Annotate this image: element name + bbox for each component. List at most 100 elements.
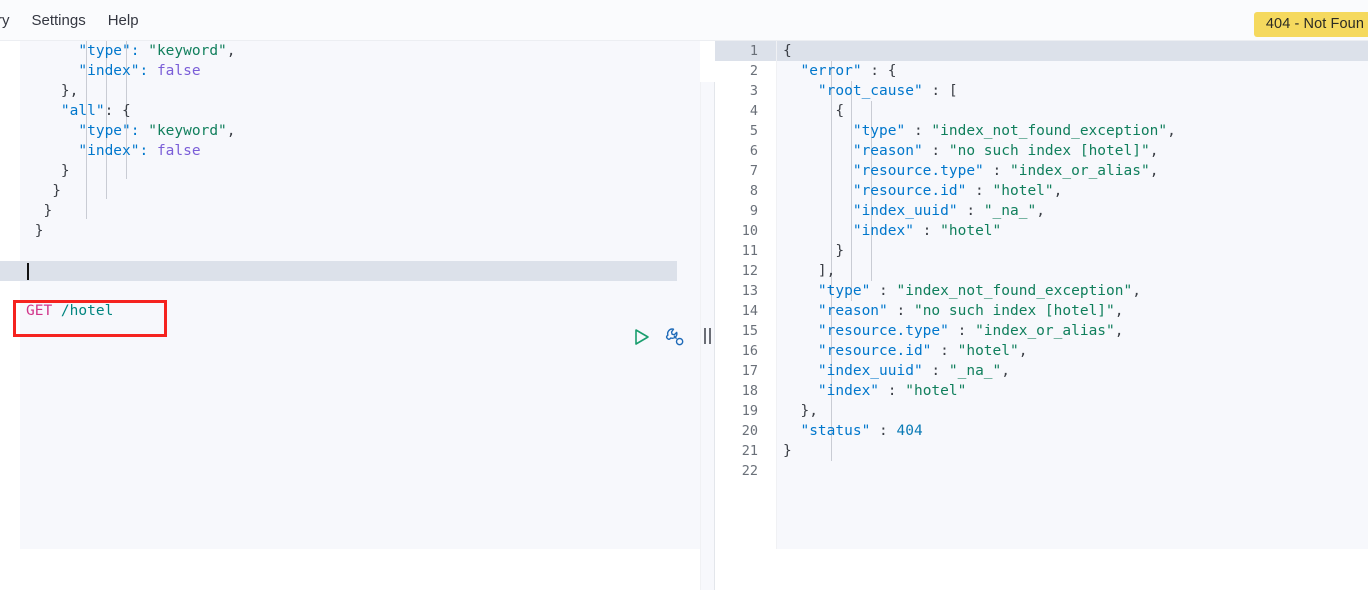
wrench-icon[interactable] [664,326,686,348]
code-token: } [26,183,61,199]
menu-item-query[interactable]: ry [0,0,21,41]
code-line[interactable]: "index" : "hotel" [777,221,1368,241]
code-token: "keyword" [148,43,227,59]
request-gutter[interactable]: ▴▾▴▴▴▴ [0,41,20,549]
code-token: "type": [26,123,148,139]
code-line[interactable]: "index": false [20,141,700,161]
code-line[interactable]: "type": "keyword", [20,41,700,61]
line-number: 11▴ [715,241,776,261]
code-line[interactable]: "resource.id" : "hotel", [777,341,1368,361]
code-token: "index_or_alias" [975,323,1115,339]
code-line[interactable]: "resource.type" : "index_or_alias", [777,321,1368,341]
line-number: 13 [715,281,776,301]
line-number [0,61,20,81]
code-line[interactable]: "index_uuid" : "_na_", [777,201,1368,221]
menu-bar: ry Settings Help 404 - Not Foun [0,0,1368,41]
code-line[interactable]: "reason" : "no such index [hotel]", [777,141,1368,161]
code-token: "resource.id" [783,183,966,199]
code-line[interactable]: } [20,201,700,221]
code-token: : [879,383,905,399]
code-line[interactable]: GET /hotel [20,301,700,321]
code-token: { [783,43,792,59]
code-line[interactable]: "resource.type" : "index_or_alias", [777,161,1368,181]
code-line[interactable]: } [20,221,700,241]
status-badge: 404 - Not Foun [1254,12,1368,37]
line-number: ▴ [0,81,20,101]
play-icon[interactable] [630,326,652,348]
code-line[interactable]: "index" : "hotel" [777,381,1368,401]
code-line[interactable]: { [777,101,1368,121]
code-line[interactable]: "status" : 404 [777,421,1368,441]
code-line[interactable]: { [777,41,1368,61]
line-number [0,241,20,261]
response-gutter[interactable]: 1▾2▾3▾4▾567891011▴12▴13141516171819▴2021… [715,41,777,549]
code-token: } [26,223,43,239]
code-line[interactable]: } [777,241,1368,261]
code-token: , [1150,163,1159,179]
request-pane[interactable]: ▴▾▴▴▴▴ "type": "keyword", "index": false… [0,41,700,549]
line-number: ▴ [0,201,20,221]
code-line[interactable]: }, [20,81,700,101]
code-line[interactable]: }, [777,401,1368,421]
menu-item-settings[interactable]: Settings [21,0,97,41]
code-token: , [1150,143,1159,159]
code-line[interactable]: } [20,161,700,181]
console-workspace: ▴▾▴▴▴▴ "type": "keyword", "index": false… [0,41,1368,549]
code-line[interactable]: "reason" : "no such index [hotel]", [777,301,1368,321]
line-number: 10 [715,221,776,241]
code-token: "index" [783,223,914,239]
code-line[interactable]: "index_uuid" : "_na_", [777,361,1368,381]
code-token: "index_uuid" [783,363,923,379]
code-token: "index" [783,383,879,399]
code-token: : [888,303,914,319]
code-line[interactable]: "resource.id" : "hotel", [777,181,1368,201]
line-number: 18 [715,381,776,401]
code-line[interactable]: "type" : "index_not_found_exception", [777,281,1368,301]
code-line[interactable]: "all": { [20,101,700,121]
line-number [0,141,20,161]
pane-splitter[interactable] [700,82,715,590]
line-number: 19▴ [715,401,776,421]
code-line[interactable]: } [20,181,700,201]
code-token: "hotel" [958,343,1019,359]
code-token: GET [26,303,52,319]
line-number: 2▾ [715,61,776,81]
code-line[interactable] [20,281,700,301]
code-line[interactable]: "error" : { [777,61,1368,81]
splitter-grip-icon [704,328,711,344]
code-token: : [966,183,992,199]
menu-item-help[interactable]: Help [97,0,150,41]
response-code-area[interactable]: { "error" : { "root_cause" : [ { "type" … [777,41,1368,549]
line-number: ▾ [0,101,20,121]
code-token: }, [26,83,78,99]
code-token: "resource.id" [783,343,931,359]
code-token: : [949,323,975,339]
code-line[interactable] [777,461,1368,481]
code-line[interactable]: "type": "keyword", [20,121,700,141]
line-number: 17 [715,361,776,381]
code-line[interactable] [20,241,700,261]
request-actions[interactable] [630,326,686,348]
code-token: } [26,203,52,219]
code-line[interactable]: "root_cause" : [ [777,81,1368,101]
code-token: "type": [26,43,148,59]
code-token: : [870,283,896,299]
code-line[interactable]: } [777,441,1368,461]
line-number [0,261,20,281]
code-line[interactable]: ], [777,261,1368,281]
code-token: "reason" [783,303,888,319]
line-number: 22 [715,461,776,481]
line-number: 21▴ [715,441,776,461]
code-token: , [1167,123,1176,139]
code-token: "no such index [hotel]" [914,303,1115,319]
code-line[interactable]: "index": false [20,61,700,81]
response-pane[interactable]: 1▾2▾3▾4▾567891011▴12▴13141516171819▴2021… [715,41,1368,549]
code-token: "hotel" [993,183,1054,199]
code-token: "index_not_found_exception" [931,123,1167,139]
line-number: 16 [715,341,776,361]
code-token: , [227,43,236,59]
code-line[interactable]: "type" : "index_not_found_exception", [777,121,1368,141]
request-code-area[interactable]: "type": "keyword", "index": false }, "al… [20,41,700,549]
code-token: : [984,163,1010,179]
code-line[interactable] [20,261,700,281]
